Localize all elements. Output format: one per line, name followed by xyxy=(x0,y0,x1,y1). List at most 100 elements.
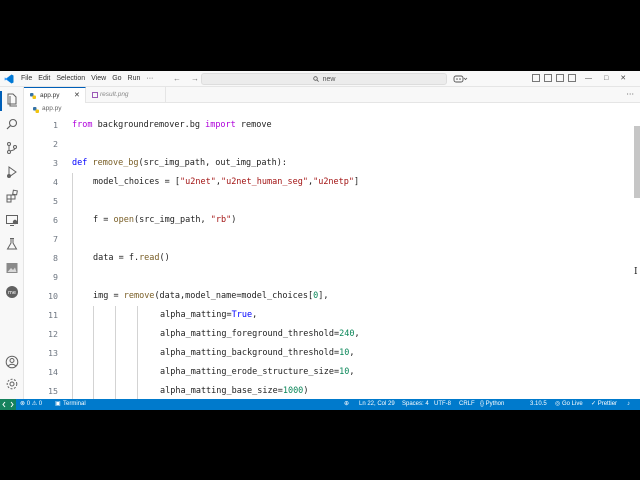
explorer-icon[interactable] xyxy=(5,93,19,107)
maximize-icon[interactable]: □ xyxy=(604,71,608,87)
code-line: 6 f = open(src_img_path, "rb") xyxy=(24,211,632,230)
close-icon[interactable]: ✕ xyxy=(620,71,626,87)
line-number: 7 xyxy=(53,234,58,244)
mouse-text-cursor-icon: I xyxy=(634,267,638,277)
language-mode[interactable]: {} Python xyxy=(480,399,504,410)
menu-bar: File Edit Selection View Go Run ··· xyxy=(21,71,153,87)
code-line: 1 from backgroundremover.bg import remov… xyxy=(24,116,632,135)
code-line: 2 xyxy=(24,135,632,154)
terminal-icon[interactable]: ▣ xyxy=(55,399,61,410)
line-number: 11 xyxy=(48,310,58,320)
code-text: alpha_matting_erode_structure_size=10, xyxy=(160,367,355,377)
editor-scrollbar[interactable] xyxy=(632,116,640,399)
breadcrumb: app.py xyxy=(24,104,640,116)
more-actions-icon[interactable]: ··· xyxy=(626,87,634,103)
line-number: 3 xyxy=(53,158,58,168)
tab-result-png[interactable]: result.png xyxy=(86,87,166,103)
code-line: 8 data = f.read() xyxy=(24,249,632,268)
settings-gear-icon[interactable] xyxy=(5,377,19,391)
line-number: 2 xyxy=(53,139,58,149)
image-file-icon xyxy=(92,92,98,98)
line-number: 1 xyxy=(53,120,58,130)
line-number: 14 xyxy=(48,367,58,377)
code-line: 13 alpha_matting_background_threshold=10… xyxy=(24,344,632,363)
python-file-icon xyxy=(30,93,36,99)
line-number: 15 xyxy=(48,386,58,396)
menu-run[interactable]: Run xyxy=(128,71,141,87)
encoding[interactable]: UTF-8 xyxy=(434,399,451,410)
scrollbar-thumb[interactable] xyxy=(634,126,640,198)
code-text: img = remove(data,model_name=model_choic… xyxy=(93,291,329,301)
code-text: from backgroundremover.bg import remove xyxy=(72,120,272,130)
menu-go[interactable]: Go xyxy=(112,71,121,87)
vscode-logo-icon xyxy=(4,74,14,84)
problems-count[interactable]: ⊗ 0 ⚠ 0 xyxy=(20,399,42,410)
toggle-secondary-sidebar-icon[interactable] xyxy=(556,74,564,82)
command-center-search[interactable]: new xyxy=(201,73,447,85)
testing-icon[interactable] xyxy=(5,237,19,251)
image-preview-icon[interactable] xyxy=(5,261,19,275)
line-number: 4 xyxy=(53,177,58,187)
title-bar: File Edit Selection View Go Run ··· ← → … xyxy=(0,71,640,87)
line-number: 5 xyxy=(53,196,58,206)
code-text: model_choices = ["u2net","u2net_human_se… xyxy=(93,177,360,187)
code-line: 15 alpha_matting_base_size=1000) xyxy=(24,382,632,399)
breadcrumb-file[interactable]: app.py xyxy=(42,105,62,112)
code-line: 10 img = remove(data,model_name=model_ch… xyxy=(24,287,632,306)
toggle-sidebar-icon[interactable] xyxy=(532,74,540,82)
line-number: 6 xyxy=(53,215,58,225)
code-text: def remove_bg(src_img_path, out_img_path… xyxy=(72,158,287,168)
code-line: 14 alpha_matting_erode_structure_size=10… xyxy=(24,363,632,382)
tab-label: app.py xyxy=(40,92,60,99)
remote-explorer-icon[interactable] xyxy=(5,213,19,227)
terminal-button[interactable]: Terminal xyxy=(63,399,86,410)
menu-file[interactable]: File xyxy=(21,71,32,87)
copilot-icon[interactable] xyxy=(452,73,468,85)
go-live-button[interactable]: Go Live xyxy=(562,399,583,410)
menu-selection[interactable]: Selection xyxy=(56,71,85,87)
search-icon xyxy=(312,76,319,82)
line-number: 10 xyxy=(48,291,58,301)
code-editor[interactable]: 1 from backgroundremover.bg import remov… xyxy=(24,116,632,399)
menu-edit[interactable]: Edit xyxy=(38,71,50,87)
active-indicator xyxy=(0,91,2,111)
svg-text:me: me xyxy=(8,290,16,296)
code-line: 4 model_choices = ["u2net","u2net_human_… xyxy=(24,173,632,192)
line-number: 13 xyxy=(48,348,58,358)
python-file-icon xyxy=(33,107,39,113)
window-controls: — □ ✕ xyxy=(585,71,626,87)
line-number: 9 xyxy=(53,272,58,282)
cursor-position[interactable]: Ln 22, Col 29 xyxy=(359,399,395,410)
toggle-panel-icon[interactable] xyxy=(544,74,552,82)
remote-indicator[interactable] xyxy=(0,399,16,410)
menu-view[interactable]: View xyxy=(91,71,106,87)
python-version[interactable]: 3.10.5 xyxy=(530,399,547,410)
extensions-icon[interactable] xyxy=(5,189,19,203)
close-tab-icon[interactable]: ✕ xyxy=(74,88,80,104)
zoom-icon[interactable]: ⊕ xyxy=(344,399,349,410)
tab-app-py[interactable]: app.py ✕ xyxy=(24,87,86,103)
account-icon[interactable] xyxy=(5,355,19,369)
customize-layout-icon[interactable] xyxy=(568,74,576,82)
line-ending[interactable]: CRLF xyxy=(459,399,475,410)
tab-label: result.png xyxy=(100,91,129,98)
code-line: 7 xyxy=(24,230,632,249)
minimize-icon[interactable]: — xyxy=(585,71,592,87)
search-text: new xyxy=(322,75,336,83)
status-bar: ⊗ 0 ⚠ 0 ▣ Terminal ⊕ Ln 22, Col 29 Space… xyxy=(0,399,640,410)
source-control-icon[interactable] xyxy=(5,141,19,155)
prettier-status[interactable]: ✓ Prettier xyxy=(591,399,617,410)
code-line: 3 def remove_bg(src_img_path, out_img_pa… xyxy=(24,154,632,173)
menu-more[interactable]: ··· xyxy=(146,71,153,87)
code-text: f = open(src_img_path, "rb") xyxy=(93,215,237,225)
docker-icon[interactable]: me xyxy=(5,285,19,299)
code-text: alpha_matting=True, xyxy=(160,310,258,320)
code-line: 5 xyxy=(24,192,632,211)
notifications-bell-icon[interactable]: ♪ xyxy=(627,399,630,410)
remote-icon xyxy=(2,401,14,408)
search-icon[interactable] xyxy=(5,117,19,131)
run-debug-icon[interactable] xyxy=(5,165,19,179)
forward-arrow-icon[interactable]: → xyxy=(191,73,199,85)
indentation[interactable]: Spaces: 4 xyxy=(402,399,429,410)
back-arrow-icon[interactable]: ← xyxy=(173,73,181,85)
